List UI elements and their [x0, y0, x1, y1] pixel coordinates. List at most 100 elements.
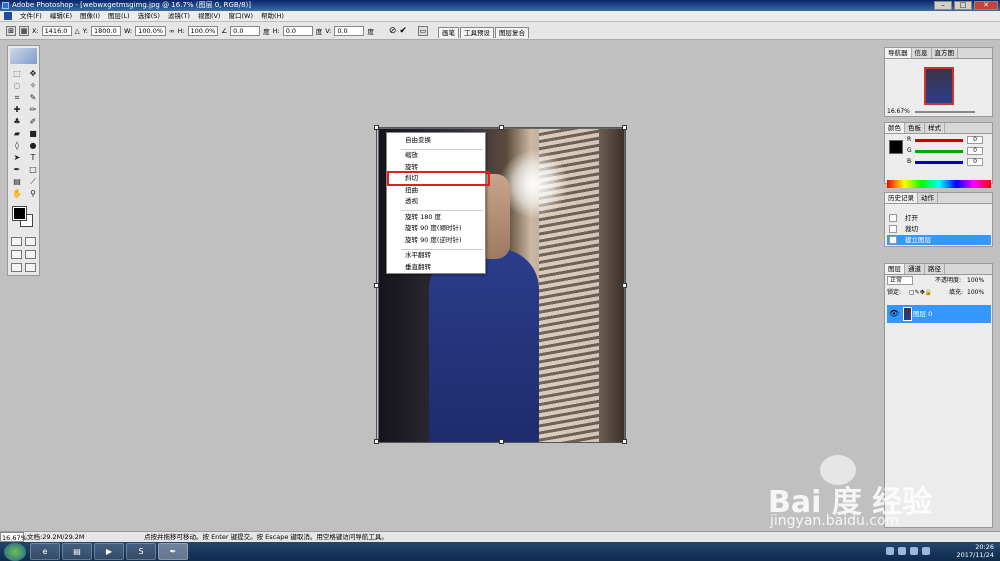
menu-item-free-transform[interactable]: 自由变换 — [387, 135, 487, 146]
tab-navigator[interactable]: 导航器 — [885, 48, 912, 58]
width-field[interactable]: 100.0% — [135, 25, 167, 36]
history-item-crop[interactable]: 裁切 — [887, 224, 991, 234]
history-item-open[interactable]: 打开 — [887, 213, 991, 223]
channel-value-g[interactable]: 0 — [967, 147, 983, 155]
h-skew-field[interactable]: 0.0 — [282, 25, 313, 36]
tab-paths[interactable]: 路径 — [925, 264, 945, 274]
tab-info[interactable]: 信息 — [912, 48, 932, 58]
channel-slider-r[interactable] — [915, 139, 963, 142]
tab-tool-presets[interactable]: 工具预设 — [460, 27, 494, 38]
menu-file[interactable]: 文件(F) — [16, 11, 46, 22]
fill-field[interactable]: 100% — [967, 288, 984, 298]
history-checkbox[interactable] — [889, 214, 897, 222]
start-button[interactable] — [4, 542, 26, 561]
document-size[interactable]: 文档:29.2M/29.2M — [24, 532, 134, 542]
menu-item-rotate-180[interactable]: 旋转 180 度 — [387, 212, 487, 223]
file-browser-icon[interactable]: ▭ — [417, 25, 428, 36]
marquee-tool-icon[interactable]: ⬚ — [10, 68, 24, 79]
menu-layer[interactable]: 图层(L) — [104, 11, 134, 22]
transform-handle-bottom[interactable] — [499, 439, 504, 444]
color-panel-swatch[interactable] — [889, 140, 903, 154]
menu-item-perspective[interactable]: 透视 — [387, 196, 487, 207]
menu-window[interactable]: 窗口(W) — [224, 11, 257, 22]
blend-mode-select[interactable]: 正常 — [887, 276, 914, 285]
navigator-zoom-value[interactable]: 16.67% — [887, 108, 910, 115]
menu-item-distort[interactable]: 扭曲 — [387, 185, 487, 196]
photoshop-taskbar-icon[interactable]: ✒ — [158, 543, 188, 560]
clock[interactable]: 20:26 2017/11/24 — [934, 543, 994, 560]
transform-handle-right[interactable] — [622, 283, 627, 288]
crop-tool-icon[interactable]: ⌗ — [10, 92, 24, 103]
tab-layers[interactable]: 图层 — [885, 264, 905, 274]
gradient-tool-icon[interactable]: ■ — [26, 128, 40, 139]
tab-history[interactable]: 历史记录 — [885, 193, 918, 203]
opacity-field[interactable]: 100% — [967, 276, 984, 286]
healing-brush-tool-icon[interactable]: ✚ — [10, 104, 24, 115]
clone-stamp-tool-icon[interactable]: ♣ — [10, 116, 24, 127]
imageready-jump-icon[interactable] — [11, 263, 22, 272]
transform-handle-left[interactable] — [374, 283, 379, 288]
eye-icon[interactable]: 👁 — [889, 309, 899, 319]
quick-mask-mode-icon[interactable] — [25, 237, 36, 246]
blur-tool-icon[interactable]: ◊ — [10, 140, 24, 151]
tab-swatches[interactable]: 色板 — [905, 123, 925, 133]
eraser-tool-icon[interactable]: ▰ — [10, 128, 24, 139]
lasso-tool-icon[interactable]: ◌ — [10, 80, 24, 91]
link-icon[interactable]: ∞ — [169, 27, 174, 35]
menu-item-flip-horizontal[interactable]: 水平翻转 — [387, 250, 487, 261]
transform-handle-top[interactable] — [499, 125, 504, 130]
history-checkbox[interactable] — [889, 236, 897, 244]
notes-tool-icon[interactable]: ▤ — [10, 176, 24, 187]
color-spectrum-bar[interactable] — [887, 180, 991, 188]
menu-edit[interactable]: 编辑(E) — [46, 11, 76, 22]
magic-wand-tool-icon[interactable]: ✧ — [26, 80, 40, 91]
brush-jump-icon[interactable] — [25, 263, 36, 272]
tab-brushes[interactable]: 画笔 — [438, 27, 459, 38]
commit-transform-icon[interactable]: ✔ — [399, 26, 407, 36]
tab-actions[interactable]: 动作 — [918, 193, 938, 203]
menu-help[interactable]: 帮助(H) — [257, 11, 288, 22]
channel-slider-g[interactable] — [915, 150, 963, 153]
slice-tool-icon[interactable]: ✎ — [26, 92, 40, 103]
tab-color[interactable]: 颜色 — [885, 123, 905, 133]
tray-language-icon[interactable] — [886, 547, 894, 555]
navigator-zoom-slider[interactable] — [915, 111, 975, 113]
tab-channels[interactable]: 通道 — [905, 264, 925, 274]
shape-tool-icon[interactable]: □ — [26, 164, 40, 175]
cancel-transform-icon[interactable]: ⊘ — [389, 26, 397, 36]
brush-tool-icon[interactable]: ✏ — [26, 104, 40, 115]
eyedropper-tool-icon[interactable]: ⟋ — [26, 176, 40, 187]
maximize-button[interactable]: □ — [954, 1, 972, 10]
channel-value-b[interactable]: 0 — [967, 158, 983, 166]
menu-item-rotate-90-ccw[interactable]: 旋转 90 度(逆时针) — [387, 235, 487, 246]
status-zoom-field[interactable]: 16.67% — [0, 532, 27, 542]
standard-mode-icon[interactable] — [11, 237, 22, 246]
channel-value-r[interactable]: 0 — [967, 136, 983, 144]
tool-preset-icon[interactable]: ⊞ — [6, 25, 16, 36]
menu-select[interactable]: 选择(S) — [134, 11, 164, 22]
transform-handle-bottom-left[interactable] — [374, 439, 379, 444]
layer-name[interactable]: 图层 0 — [913, 310, 932, 318]
zoom-tool-icon[interactable]: ⚲ — [26, 188, 40, 199]
menu-item-flip-vertical[interactable]: 垂直翻转 — [387, 262, 487, 273]
close-button[interactable]: ✕ — [974, 1, 998, 10]
standard-screen-mode-icon[interactable] — [11, 250, 22, 259]
navigator-thumbnail[interactable] — [924, 67, 954, 105]
transform-handle-top-left[interactable] — [374, 125, 379, 130]
menu-view[interactable]: 视图(V) — [194, 11, 225, 22]
height-field[interactable]: 100.0% — [187, 25, 219, 36]
menu-image[interactable]: 图像(I) — [76, 11, 104, 22]
media-player-taskbar-icon[interactable]: ▶ — [94, 543, 124, 560]
history-checkbox[interactable] — [889, 225, 897, 233]
sogou-taskbar-icon[interactable]: S — [126, 543, 156, 560]
minimize-button[interactable]: – — [934, 1, 952, 10]
explorer-taskbar-icon[interactable]: ▤ — [62, 543, 92, 560]
history-brush-tool-icon[interactable]: ✐ — [26, 116, 40, 127]
foreground-color-swatch[interactable] — [12, 206, 27, 221]
transform-handle-top-right[interactable] — [622, 125, 627, 130]
tray-flag-icon[interactable] — [922, 547, 930, 555]
pen-tool-icon[interactable]: ✒ — [10, 164, 24, 175]
menu-item-scale[interactable]: 缩放 — [387, 150, 487, 161]
hand-tool-icon[interactable]: ✋ — [10, 188, 24, 199]
lock-icon[interactable]: ▢✎✥🔒 — [909, 288, 932, 298]
